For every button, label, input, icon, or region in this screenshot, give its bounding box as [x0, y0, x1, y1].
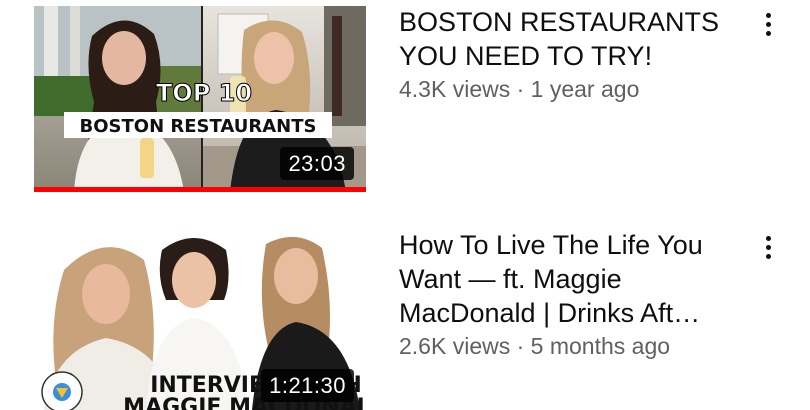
thumbnail-banner-text: BOSTON RESTAURANTS [80, 116, 317, 137]
watch-progress-bar [34, 187, 366, 192]
view-count: 4.3K views [399, 76, 511, 102]
more-vert-icon[interactable] [756, 232, 780, 262]
video-duration: 23:03 [280, 147, 354, 180]
video-item[interactable]: INTERVIEW WITH MAGGIE MACDONALD 1:21:30 … [0, 222, 810, 410]
more-vert-icon[interactable] [756, 9, 780, 39]
video-thumbnail[interactable]: INTERVIEW WITH MAGGIE MACDONALD 1:21:30 [34, 230, 366, 410]
video-title[interactable]: How To Live The Life You Want — ft. Magg… [399, 228, 729, 330]
upload-age: 5 months ago [530, 333, 671, 359]
upload-age: 1 year ago [530, 76, 640, 102]
view-count: 2.6K views [399, 333, 511, 359]
thumbnail-top-text: TOP 10 [156, 79, 252, 107]
video-stats: 2.6K views · 5 months ago [399, 331, 729, 361]
video-item[interactable]: TOP 10 BOSTON RESTAURANTS 23:03 BOSTON R… [0, 0, 810, 200]
video-stats: 4.3K views · 1 year ago [399, 74, 729, 104]
stats-separator: · [516, 333, 525, 359]
video-thumbnail[interactable]: TOP 10 BOSTON RESTAURANTS 23:03 [34, 6, 366, 192]
video-meta[interactable]: BOSTON RESTAURANTS YOU NEED TO TRY! 4.3K… [399, 5, 729, 104]
video-meta[interactable]: How To Live The Life You Want — ft. Magg… [399, 228, 729, 361]
stats-separator: · [516, 76, 525, 102]
video-title[interactable]: BOSTON RESTAURANTS YOU NEED TO TRY! [399, 5, 729, 73]
video-duration: 1:21:30 [261, 369, 354, 402]
